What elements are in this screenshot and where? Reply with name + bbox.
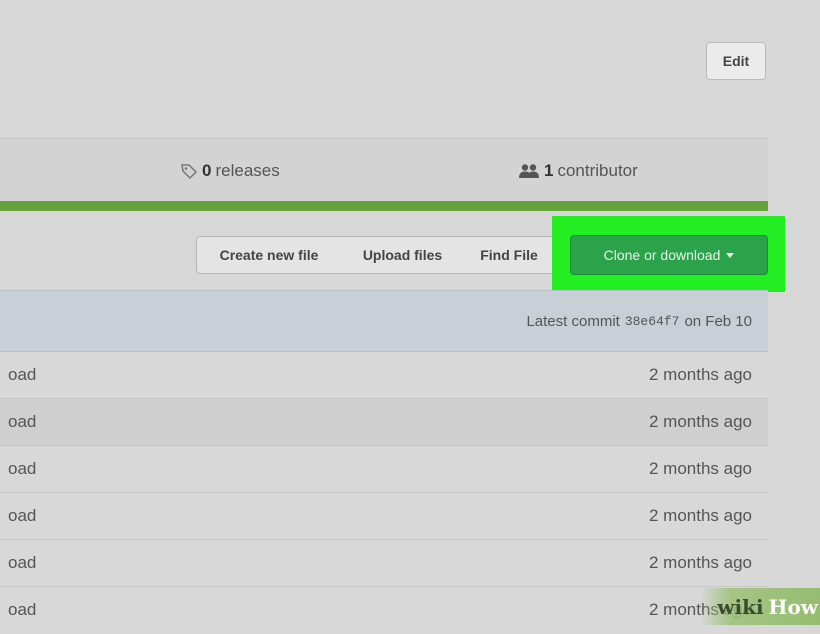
file-row[interactable]: oad 2 months ago bbox=[0, 399, 768, 446]
file-message[interactable]: oad bbox=[8, 352, 36, 398]
clone-or-download-button[interactable]: Clone or download bbox=[570, 235, 768, 275]
file-message[interactable]: oad bbox=[8, 399, 36, 445]
tag-icon bbox=[181, 164, 198, 180]
file-message[interactable]: oad bbox=[8, 493, 36, 539]
commit-date: on Feb 10 bbox=[684, 312, 752, 330]
contributors-count: 1 bbox=[544, 161, 554, 180]
watermark-wiki: wiki bbox=[717, 594, 764, 619]
find-file-button[interactable]: Find File bbox=[464, 236, 554, 274]
file-message[interactable]: oad bbox=[8, 587, 36, 633]
latest-commit-label: Latest commit bbox=[526, 312, 620, 330]
caret-down-icon bbox=[726, 252, 735, 258]
watermark-how: How bbox=[768, 594, 818, 619]
file-row[interactable]: oad 2 months ago bbox=[0, 587, 768, 634]
wikihow-watermark: wiki How bbox=[700, 588, 820, 625]
file-age: 2 months ago bbox=[648, 553, 752, 572]
latest-commit-info: Latest commit 38e64f7 on Feb 10 bbox=[526, 291, 752, 351]
people-icon bbox=[519, 164, 539, 178]
file-message[interactable]: oad bbox=[8, 446, 36, 492]
file-row[interactable]: oad 2 months ago bbox=[0, 540, 768, 587]
commit-header: Latest commit 38e64f7 on Feb 10 bbox=[0, 290, 768, 352]
file-message[interactable]: oad bbox=[8, 540, 36, 586]
file-age: 2 months ago bbox=[648, 459, 752, 478]
contributors-label: contributor bbox=[557, 161, 638, 180]
clone-label: Clone or download bbox=[603, 247, 721, 263]
releases-link[interactable]: 0 releases bbox=[180, 139, 280, 203]
file-age: 2 months ago bbox=[648, 412, 752, 431]
language-bar[interactable] bbox=[0, 201, 768, 211]
file-row[interactable]: oad 2 months ago bbox=[0, 446, 768, 493]
repo-stats-bar: 0 releases 1 contributor bbox=[0, 138, 768, 202]
releases-label: releases bbox=[215, 161, 280, 180]
commit-sha-link[interactable]: 38e64f7 bbox=[625, 314, 680, 329]
file-age: 2 months ago bbox=[648, 365, 752, 384]
contributors-link[interactable]: 1 contributor bbox=[518, 139, 638, 203]
releases-count: 0 bbox=[202, 161, 212, 180]
edit-button[interactable]: Edit bbox=[706, 42, 766, 80]
create-new-file-button[interactable]: Create new file bbox=[196, 236, 342, 274]
file-age: 2 months ago bbox=[648, 506, 752, 525]
file-row[interactable]: oad 2 months ago bbox=[0, 493, 768, 540]
file-row[interactable]: oad 2 months ago bbox=[0, 352, 768, 399]
upload-files-button[interactable]: Upload files bbox=[341, 236, 465, 274]
